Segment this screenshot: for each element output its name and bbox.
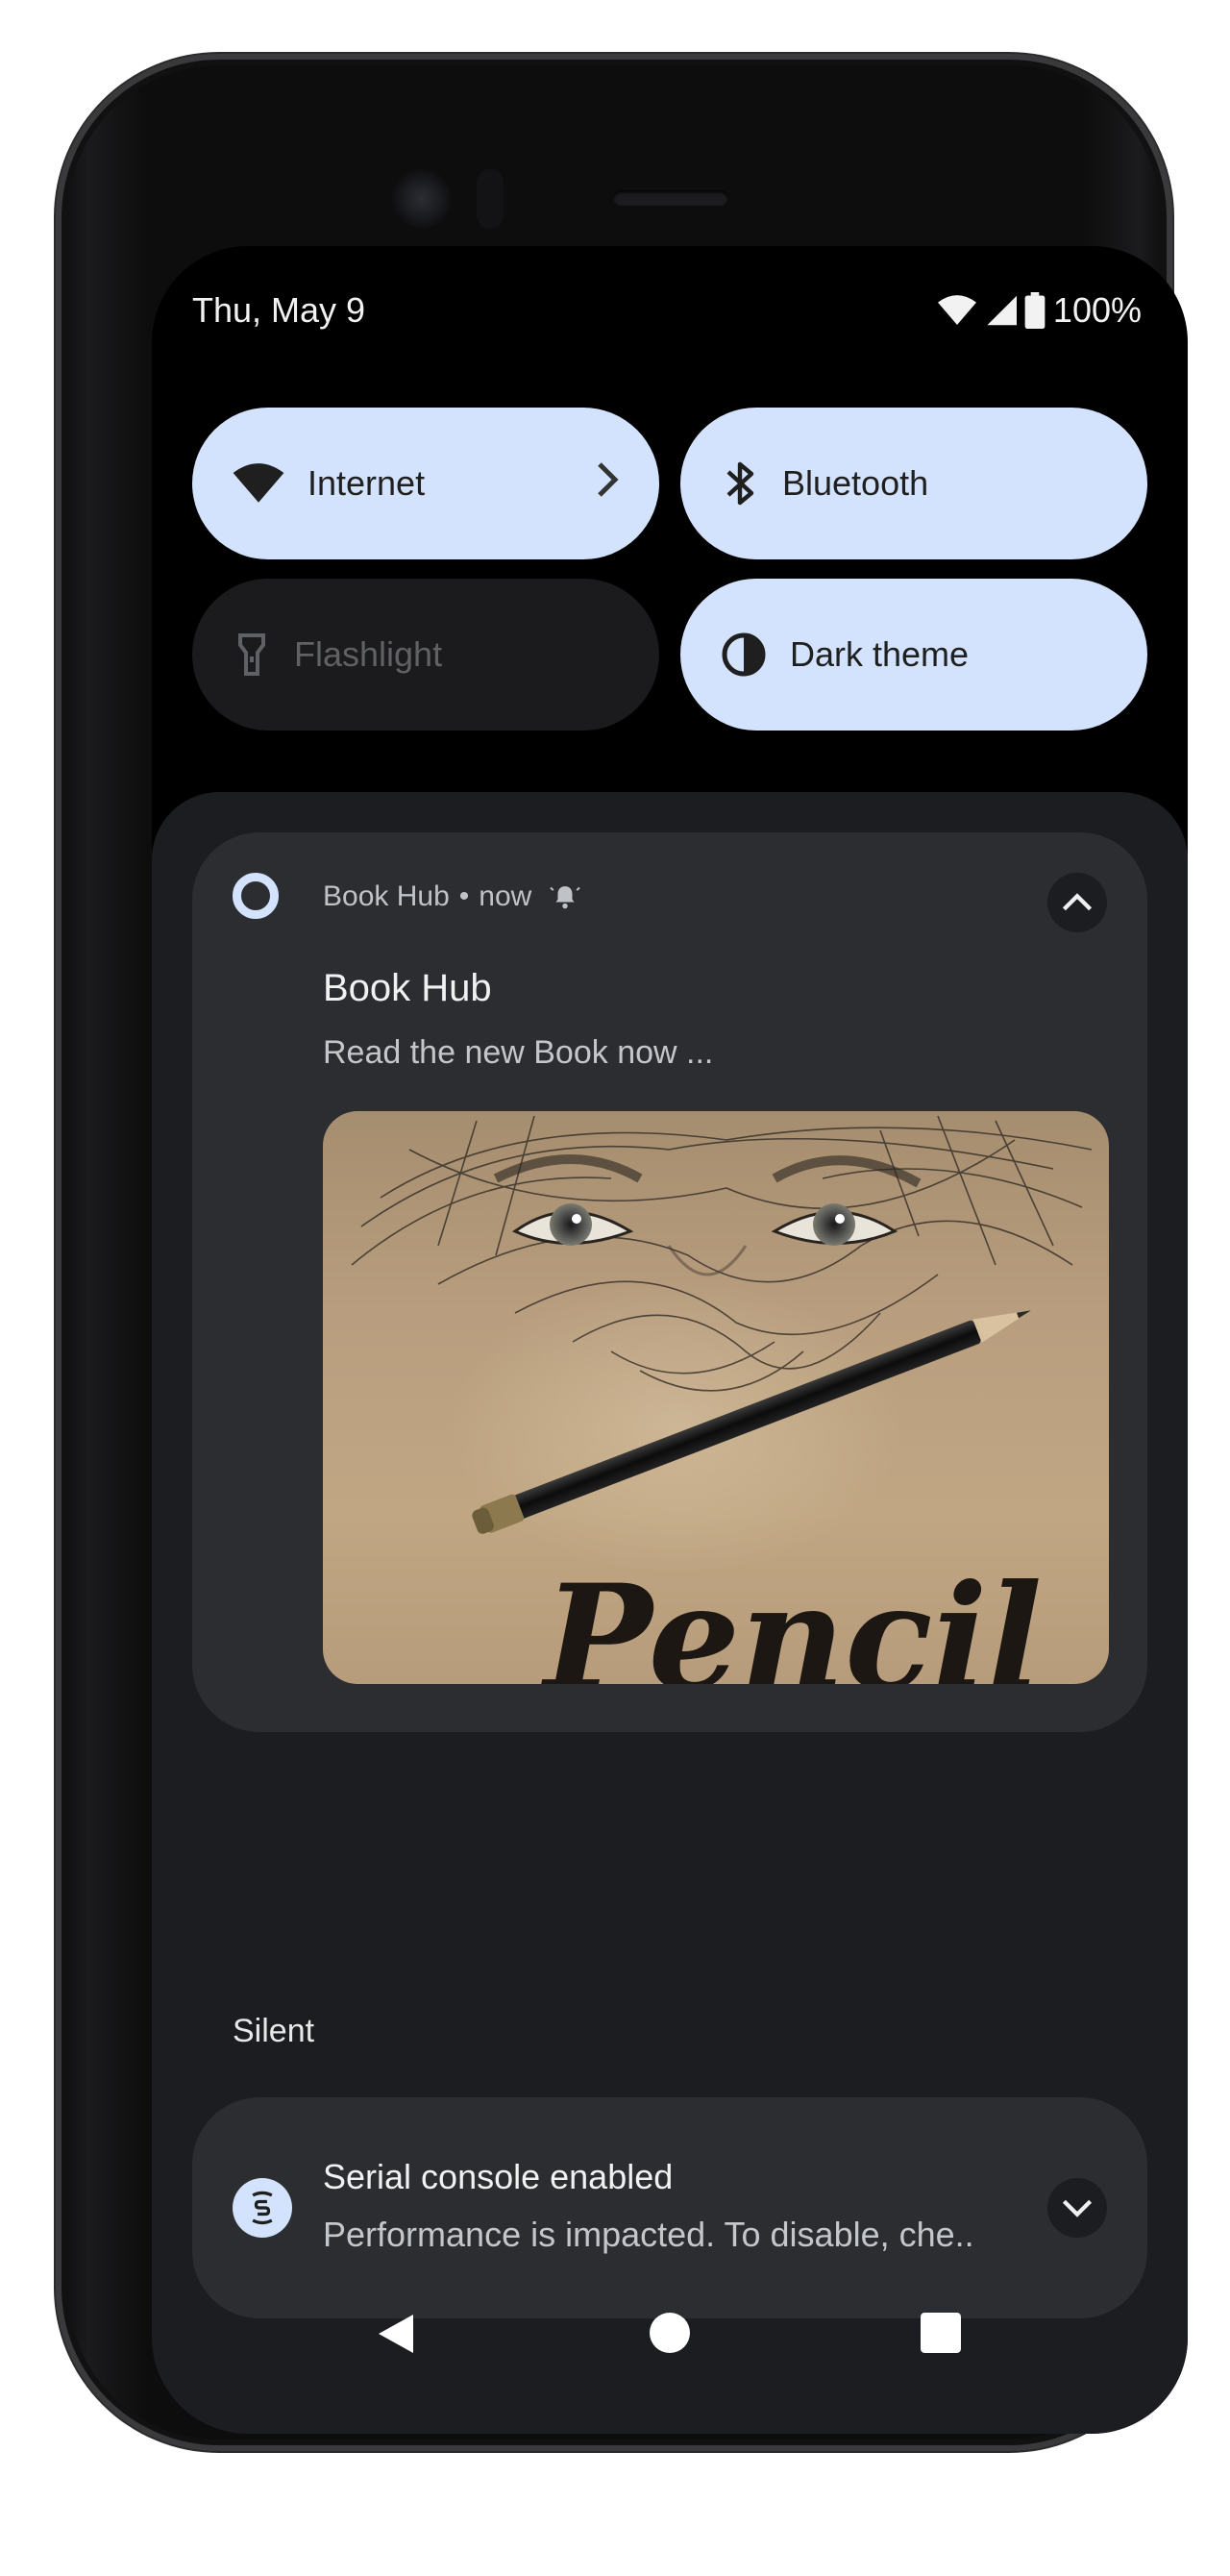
section-silent-header: Silent bbox=[233, 2013, 315, 2049]
console-icon bbox=[252, 2191, 273, 2225]
wifi-status-icon bbox=[937, 295, 976, 325]
tile-flashlight[interactable]: Flashlight bbox=[192, 579, 659, 731]
recents-button[interactable] bbox=[921, 2313, 961, 2353]
tile-flashlight-label: Flashlight bbox=[294, 634, 443, 674]
status-bar: Thu, May 9 100% bbox=[192, 286, 1142, 334]
tile-dark-theme[interactable]: Dark theme bbox=[680, 579, 1147, 731]
notification-text: Read the new Book now ... bbox=[323, 1034, 714, 1071]
collapse-button[interactable] bbox=[1047, 873, 1107, 932]
notification-shade: Book Hub • now Book Hub Read the new Boo… bbox=[152, 792, 1188, 2434]
dark-theme-icon bbox=[722, 632, 766, 677]
expand-button[interactable] bbox=[1047, 2178, 1107, 2238]
bluetooth-icon bbox=[726, 461, 754, 506]
chevron-up-icon bbox=[1062, 893, 1093, 911]
header-separator: • bbox=[458, 880, 470, 912]
silent-notification-text: Performance is impacted. To disable, che… bbox=[323, 2215, 974, 2254]
status-date: Thu, May 9 bbox=[192, 290, 366, 330]
back-button[interactable] bbox=[375, 2311, 417, 2357]
screen: Thu, May 9 100% Internet Bluetooth Flash… bbox=[152, 246, 1188, 2434]
battery-icon bbox=[1024, 292, 1046, 329]
notification-title: Book Hub bbox=[323, 967, 492, 1009]
pencil-artwork: Pencil bbox=[351, 1115, 1093, 1684]
notification-time: now bbox=[479, 880, 532, 912]
alerting-bell-icon bbox=[550, 886, 581, 909]
chevron-right-icon bbox=[598, 462, 619, 497]
wifi-icon bbox=[233, 463, 284, 503]
tile-bluetooth-label: Bluetooth bbox=[782, 463, 929, 503]
home-button[interactable] bbox=[650, 2313, 690, 2353]
notification-card-book-hub[interactable]: Book Hub • now Book Hub Read the new Boo… bbox=[192, 832, 1147, 1732]
phone-frame: Thu, May 9 100% Internet Bluetooth Flash… bbox=[56, 54, 1188, 2451]
signal-icon bbox=[987, 295, 1017, 326]
earpiece-speaker bbox=[613, 190, 728, 206]
flashlight-icon bbox=[238, 633, 265, 676]
serial-console-app-icon bbox=[233, 2178, 292, 2238]
chevron-down-icon bbox=[1062, 2199, 1093, 2217]
app-icon bbox=[233, 873, 279, 919]
navigation-bar bbox=[152, 2284, 1188, 2380]
tile-dark-theme-label: Dark theme bbox=[790, 634, 970, 674]
status-icons: 100% bbox=[937, 290, 1142, 331]
tile-bluetooth[interactable]: Bluetooth bbox=[680, 408, 1147, 559]
notification-header: Book Hub • now bbox=[323, 880, 581, 913]
tile-internet-label: Internet bbox=[308, 463, 426, 503]
notification-app-name: Book Hub bbox=[323, 880, 450, 912]
silent-notification-title: Serial console enabled bbox=[323, 2157, 674, 2196]
proximity-sensor bbox=[477, 169, 504, 229]
tile-internet[interactable]: Internet bbox=[192, 408, 659, 559]
front-camera bbox=[392, 169, 452, 229]
notification-image: Pencil bbox=[323, 1111, 1109, 1684]
battery-percent: 100% bbox=[1052, 290, 1142, 330]
image-caption-text: Pencil bbox=[540, 1553, 1043, 1684]
